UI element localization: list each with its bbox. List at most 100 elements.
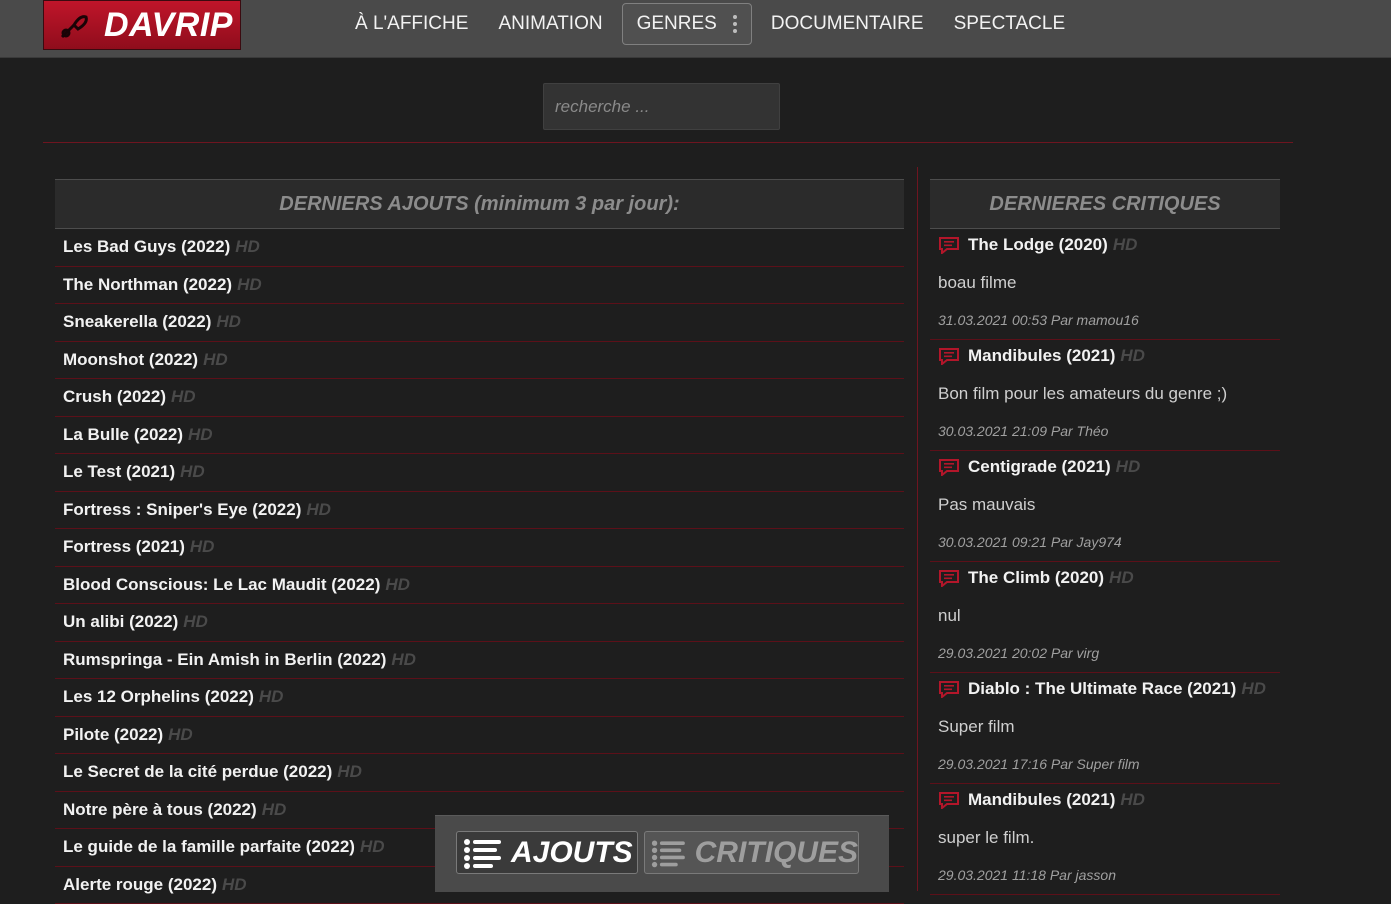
tab-ajouts-label: AJOUTS	[511, 836, 633, 870]
review-meta: 30.03.2021 09:21 Par Jay974	[938, 534, 1122, 550]
film-title: Crush (2022)	[63, 387, 166, 406]
film-title: Fortress : Sniper's Eye (2022)	[63, 500, 301, 519]
film-title: Un alibi (2022)	[63, 612, 178, 631]
tab-critiques-label: CRITIQUES	[695, 836, 858, 870]
film-row[interactable]: Rumspringa - Ein Amish in Berlin (2022) H…	[55, 642, 904, 680]
quality-badge: HD	[306, 500, 331, 519]
quality-badge: HD	[1120, 346, 1145, 366]
site-logo[interactable]: DAVRIP	[43, 0, 241, 50]
film-row[interactable]: Fortress : Sniper's Eye (2022) HD	[55, 492, 904, 530]
quality-badge: HD	[216, 312, 241, 331]
review-film-link[interactable]: Centigrade (2021)HD	[938, 457, 1140, 477]
quality-badge: HD	[235, 237, 260, 256]
review-film-title: Mandibules (2021)	[968, 790, 1115, 810]
quality-badge: HD	[190, 537, 215, 556]
review-item: Diablo : The Ultimate Race (2021)HDSuper…	[930, 673, 1280, 784]
nav-spectacle[interactable]: SPECTACLE	[939, 4, 1081, 44]
review-text: super le film.	[938, 828, 1034, 848]
review-item: The Climb (2020)HDnul29.03.2021 20:02 Pa…	[930, 562, 1280, 673]
review-meta: 30.03.2021 21:09 Par Théo	[938, 423, 1108, 439]
comment-icon	[938, 347, 960, 365]
list-icon	[651, 837, 687, 869]
film-row[interactable]: Sneakerella (2022) HD	[55, 304, 904, 342]
film-row[interactable]: La Bulle (2022)HD	[55, 417, 904, 455]
film-row[interactable]: Le Test (2021) HD	[55, 454, 904, 492]
brand-name: DAVRIP	[104, 6, 233, 45]
review-film-title: Diablo : The Ultimate Race (2021)	[968, 679, 1236, 699]
quality-badge: HD	[180, 462, 205, 481]
nav-animation[interactable]: ANIMATION	[483, 4, 617, 44]
review-film-link[interactable]: Mandibules (2021)HD	[938, 790, 1145, 810]
nav-genres-label: GENRES	[637, 4, 717, 44]
latest-additions-panel: DERNIERS AJOUTS (minimum 3 par jour): Le…	[55, 179, 904, 904]
review-item: Centigrade (2021)HD Pas mauvais 30.03.2021…	[930, 451, 1280, 562]
comment-icon	[938, 680, 960, 698]
comment-icon	[938, 569, 960, 587]
tab-ajouts[interactable]: AJOUTS	[456, 831, 638, 874]
quality-badge: HD	[237, 275, 262, 294]
quality-badge: HD	[183, 612, 208, 631]
review-film-link[interactable]: The Lodge (2020)HD	[938, 235, 1137, 255]
review-meta: 29.03.2021 20:02 Par virg	[938, 645, 1099, 661]
quality-badge: HD	[168, 725, 193, 744]
quality-badge: HD	[259, 687, 284, 706]
film-title: Notre père à tous (2022)	[63, 800, 257, 819]
list-icon	[463, 837, 503, 869]
quality-badge: HD	[1120, 790, 1145, 810]
film-row[interactable]: Les Bad Guys (2022) HD	[55, 229, 904, 267]
film-row[interactable]: Les 12 Orphelins (2022) HD	[55, 679, 904, 717]
review-item: Mandibules (2021)HD Bon film pour les ama…	[930, 340, 1280, 451]
film-title: Le Test (2021)	[63, 462, 175, 481]
quality-badge: HD	[203, 350, 228, 369]
kebab-menu-icon	[733, 15, 737, 33]
film-row[interactable]: Pilote (2022)HD	[55, 717, 904, 755]
tab-critiques[interactable]: CRITIQUES	[644, 831, 859, 874]
film-title: Blood Conscious: Le Lac Maudit (2022)	[63, 575, 380, 594]
film-row[interactable]: Le Secret de la cité perdue (2022)HD	[55, 754, 904, 792]
review-film-link[interactable]: Mandibules (2021)HD	[938, 346, 1145, 366]
nav-documentaire[interactable]: DOCUMENTAIRE	[756, 4, 939, 44]
review-film-link[interactable]: Diablo : The Ultimate Race (2021)HD	[938, 679, 1266, 699]
review-film-link[interactable]: The Climb (2020)HD	[938, 568, 1134, 588]
film-title: Moonshot (2022)	[63, 350, 198, 369]
quality-badge: HD	[262, 800, 287, 819]
film-row[interactable]: Moonshot (2022) HD	[55, 342, 904, 380]
quality-badge: HD	[1113, 235, 1138, 255]
film-title: Fortress (2021)	[63, 537, 185, 556]
latest-reviews-panel: DERNIERES CRITIQUES The Lodge (2020)HDbo…	[930, 179, 1280, 895]
review-meta: 29.03.2021 11:18 Par jasson	[938, 867, 1116, 883]
film-row[interactable]: Crush (2022)HD	[55, 379, 904, 417]
review-text: boau filme	[938, 273, 1016, 293]
quality-badge: HD	[1116, 457, 1141, 477]
quality-badge: HD	[391, 650, 416, 669]
comment-icon	[938, 458, 960, 476]
review-meta: 31.03.2021 00:53 Par mamou16	[938, 312, 1139, 328]
header-divider	[43, 142, 1293, 143]
film-row[interactable]: Un alibi (2022) HD	[55, 604, 904, 642]
film-title: Sneakerella (2022)	[63, 312, 211, 331]
review-meta: 29.03.2021 17:16 Par Super film	[938, 756, 1140, 772]
review-text: Pas mauvais	[938, 495, 1035, 515]
review-text: Bon film pour les amateurs du genre ;)	[938, 384, 1227, 404]
latest-reviews-list: The Lodge (2020)HD boau filme 31.03.2021 0…	[930, 229, 1280, 895]
search-input[interactable]	[543, 83, 780, 130]
film-row[interactable]: Blood Conscious: Le Lac Maudit (2022) HD	[55, 567, 904, 605]
quality-badge: HD	[1241, 679, 1266, 699]
film-title: Le Secret de la cité perdue (2022)	[63, 762, 332, 781]
film-title: Les 12 Orphelins (2022)	[63, 687, 254, 706]
film-title: Les Bad Guys (2022)	[63, 237, 230, 256]
comment-icon	[938, 236, 960, 254]
floating-tab-bar: AJOUTS CRITIQUES	[435, 815, 889, 892]
nav-genres[interactable]: GENRES	[622, 3, 752, 45]
quality-badge: HD	[1109, 568, 1134, 588]
quality-badge: HD	[385, 575, 410, 594]
film-title: Rumspringa - Ein Amish in Berlin (2022)	[63, 650, 386, 669]
film-row[interactable]: The Northman (2022)HD	[55, 267, 904, 305]
review-item: The Lodge (2020)HD boau filme 31.03.2021 0…	[930, 229, 1280, 340]
quality-badge: HD	[360, 837, 385, 856]
nav-a-laffiche[interactable]: À L'AFFICHE	[340, 4, 483, 44]
latest-additions-title: DERNIERS AJOUTS (minimum 3 par jour):	[55, 179, 904, 229]
top-navbar: DAVRIP À L'AFFICHE ANIMATION GENRES DOCU…	[0, 0, 1391, 58]
film-row[interactable]: Fortress (2021) HD	[55, 529, 904, 567]
quality-badge: HD	[188, 425, 213, 444]
